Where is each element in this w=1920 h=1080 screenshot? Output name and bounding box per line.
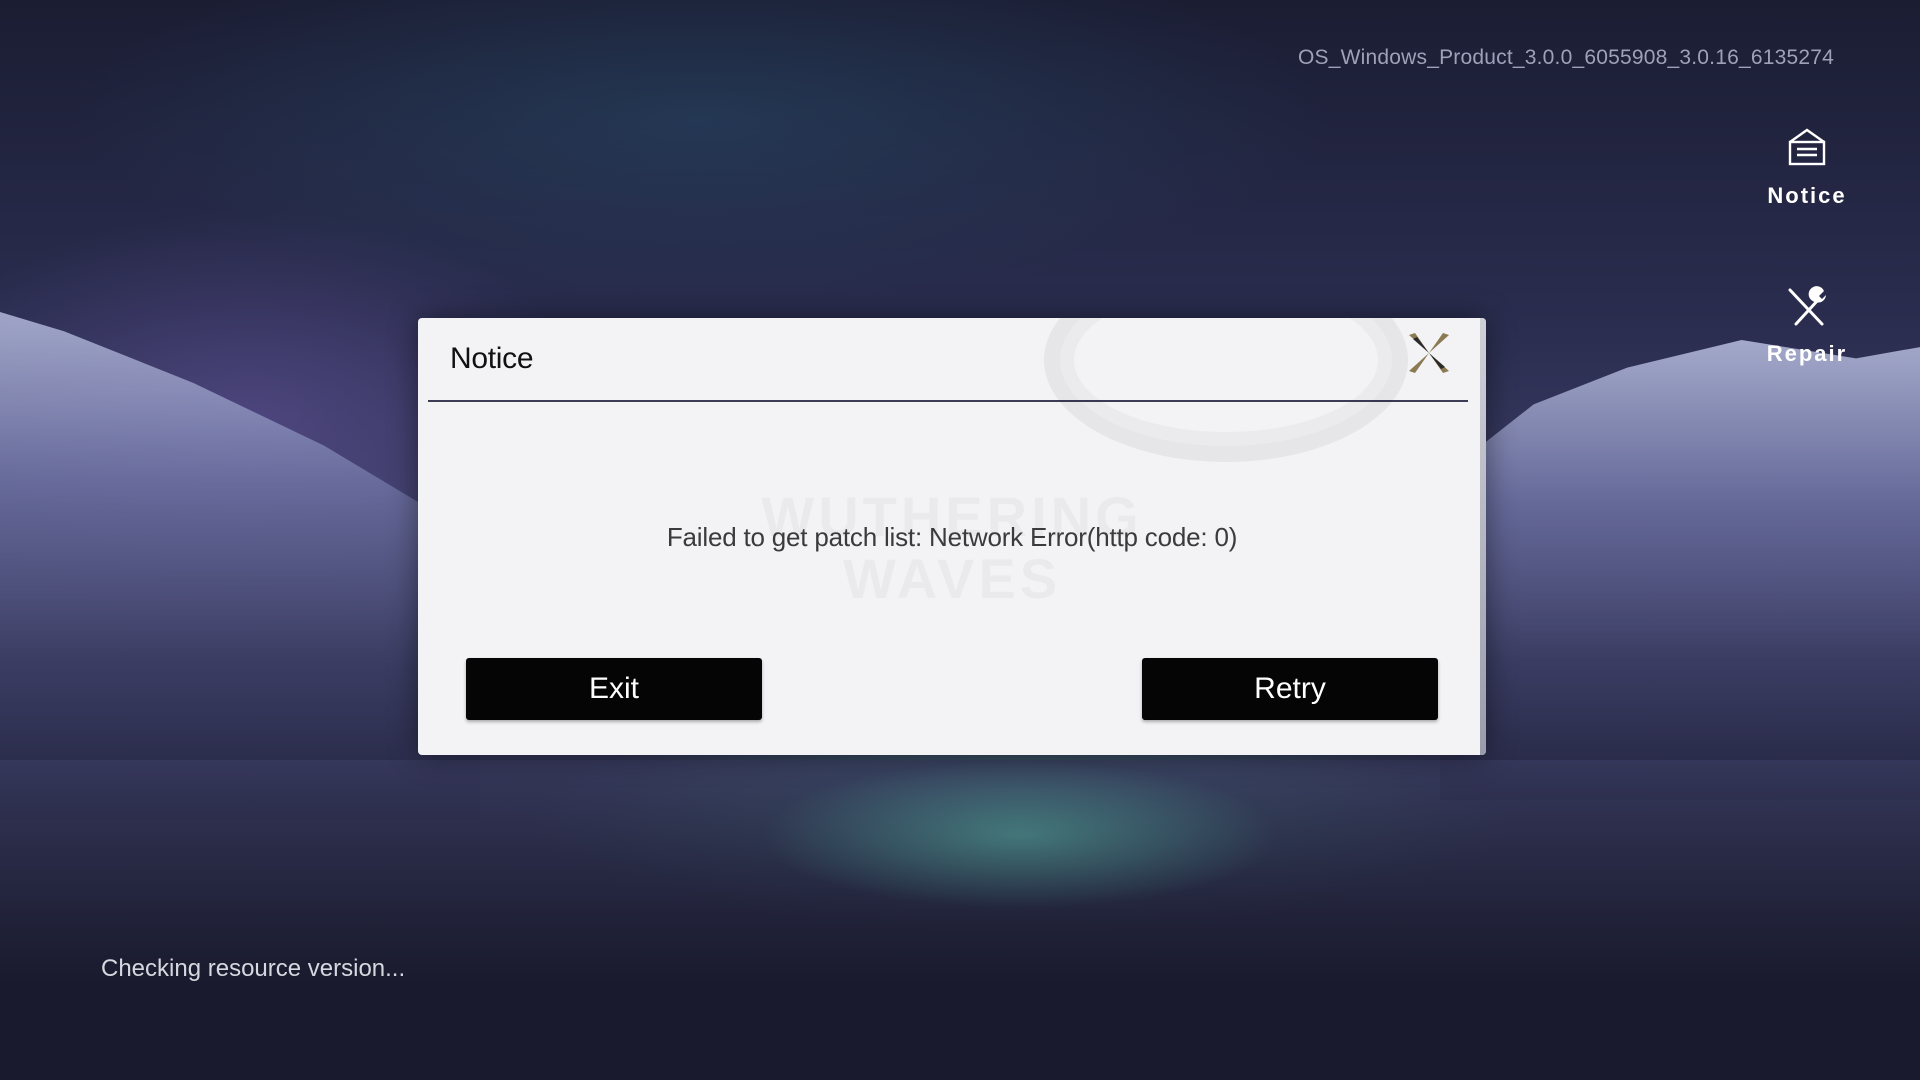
background-mountain-left xyxy=(0,300,480,820)
dialog-message: Failed to get patch list: Network Error(… xyxy=(666,522,1238,552)
repair-side-button[interactable]: Repair xyxy=(1752,282,1862,367)
launcher-screen: OS_Windows_Product_3.0.0_6055908_3.0.16_… xyxy=(0,0,1920,1080)
version-label: OS_Windows_Product_3.0.0_6055908_3.0.16_… xyxy=(1298,46,1834,69)
dialog-header: Notice xyxy=(428,318,1468,462)
notice-box-icon xyxy=(1782,124,1832,179)
dialog-title: Notice xyxy=(450,342,534,375)
close-button[interactable] xyxy=(1400,326,1458,384)
background-mountain-right xyxy=(1440,340,1920,800)
close-icon xyxy=(1405,329,1453,382)
background-reflection xyxy=(760,760,1280,910)
retry-button[interactable]: Retry xyxy=(1142,658,1438,720)
wrench-screwdriver-icon xyxy=(1782,282,1832,337)
repair-side-label: Repair xyxy=(1766,341,1848,366)
exit-button[interactable]: Exit xyxy=(466,658,762,720)
notice-dialog: Notice Failed to get patch list: Network… xyxy=(418,318,1486,755)
notice-side-label: Notice xyxy=(1767,183,1847,208)
notice-side-button[interactable]: Notice xyxy=(1752,124,1862,209)
status-label: Checking resource version... xyxy=(101,955,406,982)
